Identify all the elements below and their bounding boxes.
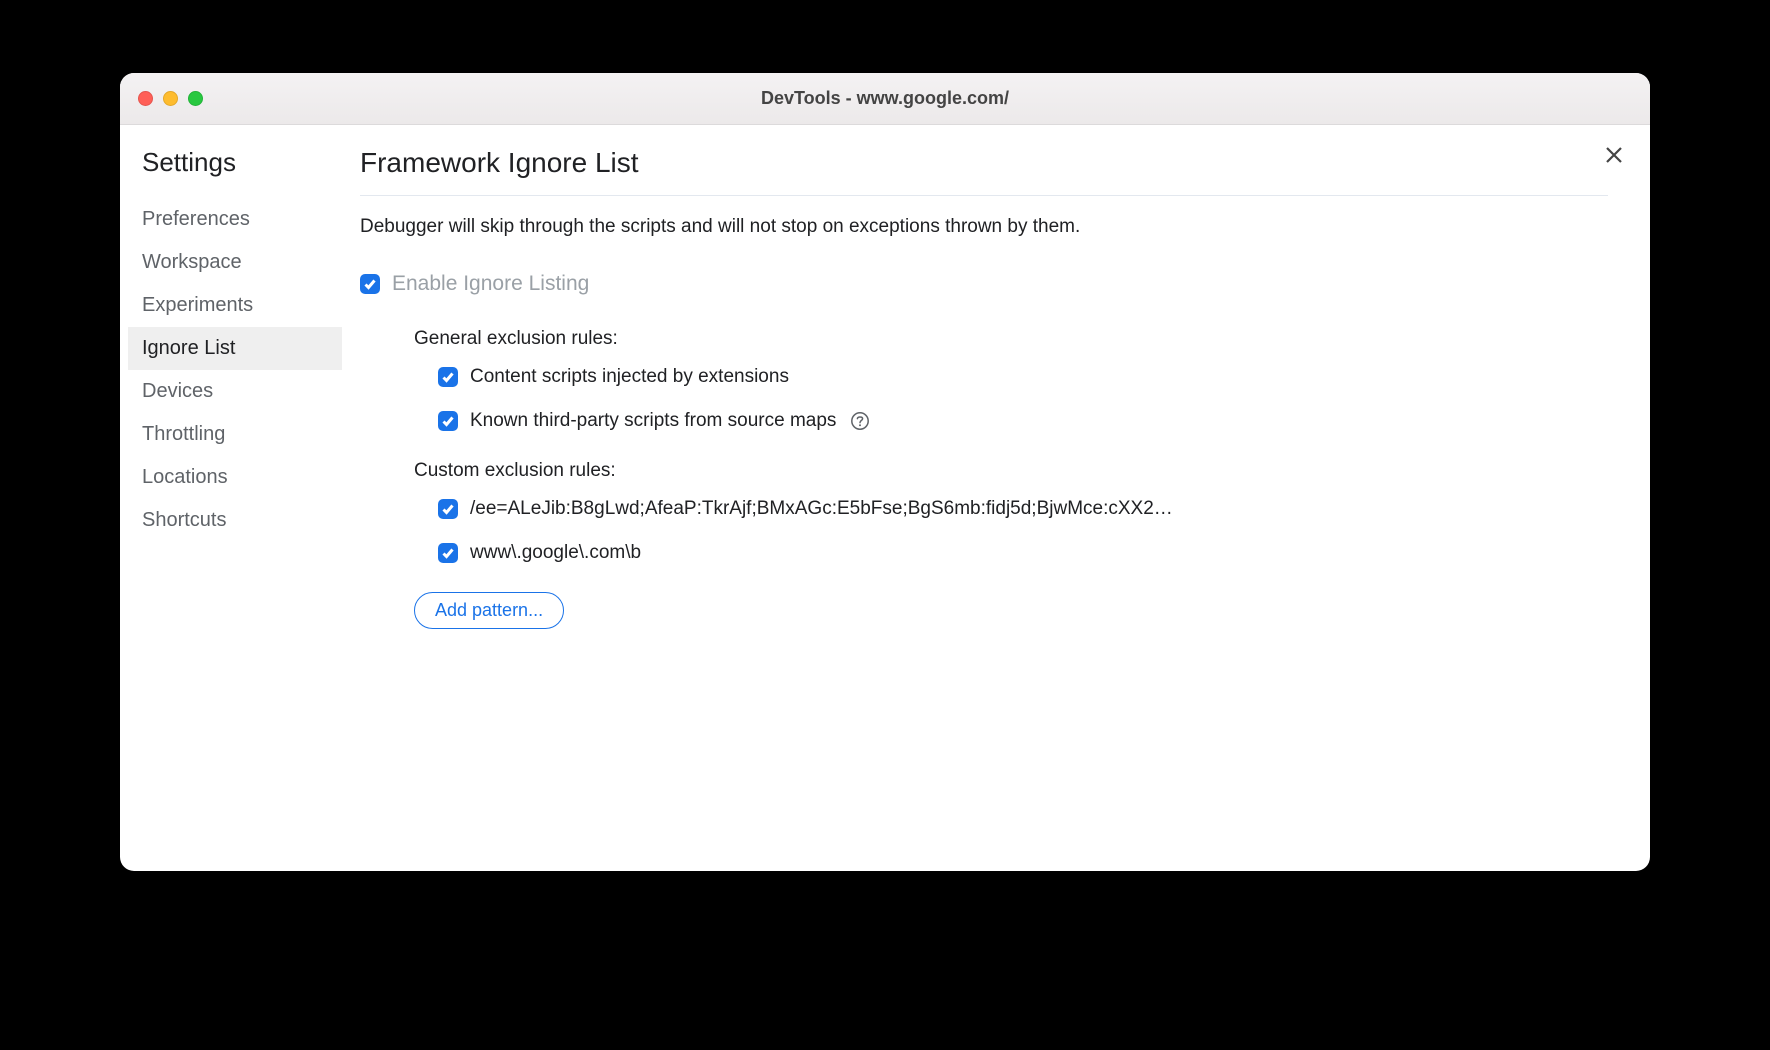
help-icon[interactable] [850,411,870,431]
devtools-window: DevTools - www.google.com/ Settings Pref… [120,73,1650,871]
custom-rules-heading: Custom exclusion rules: [414,460,1608,482]
sidebar-item-label: Experiments [142,294,253,316]
close-icon[interactable] [1602,143,1626,167]
window-close-button[interactable] [138,91,153,106]
sidebar-item-throttling[interactable]: Throttling [128,413,342,456]
general-rules-heading: General exclusion rules: [414,328,1608,350]
page-heading: Framework Ignore List [360,147,1608,196]
third-party-scripts-checkbox[interactable] [438,411,458,431]
custom-rule-row: www\.google\.com\b [414,542,1608,564]
enable-ignore-listing-checkbox[interactable] [360,274,380,294]
enable-ignore-listing-label: Enable Ignore Listing [392,272,589,296]
content-scripts-label: Content scripts injected by extensions [470,366,789,388]
custom-rules-section: Custom exclusion rules: /ee=ALeJib:B8gLw… [360,460,1608,564]
general-rule-row: Content scripts injected by extensions [414,366,1608,388]
window-title: DevTools - www.google.com/ [120,88,1650,109]
sidebar-item-preferences[interactable]: Preferences [128,198,342,241]
page-description: Debugger will skip through the scripts a… [360,216,1608,238]
sidebar-item-shortcuts[interactable]: Shortcuts [128,499,342,542]
custom-rule-checkbox[interactable] [438,499,458,519]
custom-rule-row: /ee=ALeJib:B8gLwd;AfeaP:TkrAjf;BMxAGc:E5… [414,498,1608,520]
sidebar-item-ignore-list[interactable]: Ignore List [128,327,342,370]
custom-rule-checkbox[interactable] [438,543,458,563]
add-pattern-container: Add pattern... [414,592,1608,629]
window-zoom-button[interactable] [188,91,203,106]
main-panel: Framework Ignore List Debugger will skip… [342,125,1650,871]
enable-ignore-listing-row: Enable Ignore Listing [360,272,1608,296]
sidebar-title: Settings [128,147,342,178]
sidebar-item-label: Ignore List [142,337,235,359]
general-rules-section: General exclusion rules: Content scripts… [360,328,1608,432]
sidebar-item-label: Shortcuts [142,509,226,531]
traffic-lights [138,91,203,106]
window-minimize-button[interactable] [163,91,178,106]
add-pattern-button[interactable]: Add pattern... [414,592,564,629]
sidebar-item-experiments[interactable]: Experiments [128,284,342,327]
sidebar-item-label: Workspace [142,251,242,273]
sidebar-item-locations[interactable]: Locations [128,456,342,499]
sidebar-item-label: Locations [142,466,228,488]
sidebar-item-label: Throttling [142,423,225,445]
custom-rule-label: /ee=ALeJib:B8gLwd;AfeaP:TkrAjf;BMxAGc:E5… [470,498,1173,520]
third-party-scripts-label: Known third-party scripts from source ma… [470,410,836,432]
sidebar: Settings Preferences Workspace Experimen… [120,125,342,871]
sidebar-item-devices[interactable]: Devices [128,370,342,413]
sidebar-item-label: Devices [142,380,213,402]
custom-rule-label: www\.google\.com\b [470,542,641,564]
sidebar-item-label: Preferences [142,208,250,230]
titlebar: DevTools - www.google.com/ [120,73,1650,125]
general-rule-row: Known third-party scripts from source ma… [414,410,1608,432]
content-scripts-checkbox[interactable] [438,367,458,387]
sidebar-item-workspace[interactable]: Workspace [128,241,342,284]
window-content: Settings Preferences Workspace Experimen… [120,125,1650,871]
